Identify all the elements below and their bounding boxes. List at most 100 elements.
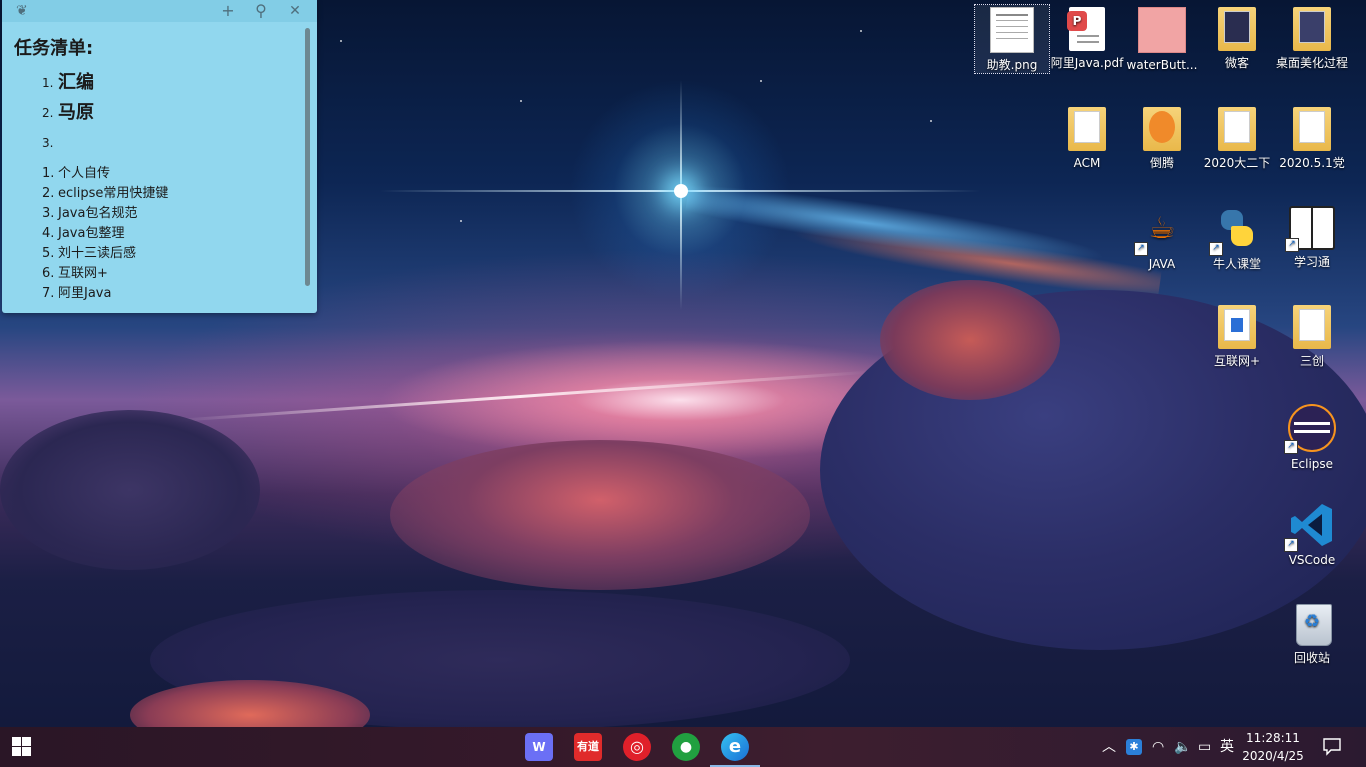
- time-text: 11:28:11: [1246, 731, 1300, 745]
- folder-icon: [1218, 7, 1256, 51]
- desktop-icon-eclipse[interactable]: ↗ Eclipse: [1275, 402, 1349, 472]
- list-item: 2. 马原: [42, 102, 94, 123]
- icon-label: ACM: [1073, 156, 1101, 170]
- icon-label: JAVA: [1148, 257, 1176, 271]
- icon-label: 助教.png: [986, 58, 1038, 72]
- desktop-icon-weike[interactable]: 微客: [1200, 5, 1274, 71]
- image-file-icon: [1138, 7, 1186, 53]
- sticky-note-window[interactable]: ❦ + ⚲ ✕ 任务清单: 1. 汇编 2. 马原 3. 1. 个人自传 2. ecli…: [2, 0, 317, 313]
- cloud: [390, 440, 810, 590]
- battery-icon[interactable]: ▭: [1198, 737, 1211, 757]
- list-item: 7. 阿里Java: [42, 286, 112, 301]
- list-item: 5. 刘十三读后感: [42, 246, 137, 261]
- icon-label: 牛人课堂: [1212, 257, 1261, 271]
- desktop-icon-zhuomian[interactable]: 桌面美化过程: [1275, 5, 1349, 71]
- desktop-icon-waterbutton[interactable]: waterButt...: [1125, 5, 1199, 73]
- pin-button[interactable]: ⚲: [250, 1, 272, 21]
- python-icon: ↗: [1209, 206, 1259, 256]
- list-item: 3.: [42, 136, 54, 150]
- desktop-icon-recycle-bin[interactable]: ♻ 回收站: [1275, 598, 1349, 666]
- icon-label: Eclipse: [1290, 457, 1334, 471]
- sticky-note-titlebar[interactable]: ❦ + ⚲ ✕: [2, 0, 317, 22]
- shortcut-arrow-icon: ↗: [1284, 440, 1298, 454]
- star: [930, 120, 932, 122]
- shortcut-arrow-icon: ↗: [1285, 238, 1299, 252]
- icon-label: 2020.5.1党: [1279, 156, 1345, 170]
- folder-icon: [1293, 7, 1331, 51]
- desktop-icon-sanchuang[interactable]: 三创: [1275, 303, 1349, 369]
- icon-label: 2020大二下: [1203, 156, 1271, 170]
- folder-icon: [1293, 305, 1331, 349]
- star: [760, 80, 762, 82]
- note-title: 任务清单:: [14, 38, 94, 59]
- star: [340, 40, 342, 42]
- edge-icon[interactable]: e: [721, 733, 749, 761]
- icon-label: waterButt...: [1126, 58, 1198, 72]
- volume-icon[interactable]: 🔈: [1174, 737, 1191, 757]
- wps-icon[interactable]: W: [525, 733, 553, 761]
- netease-music-icon[interactable]: ◎: [623, 733, 651, 761]
- add-note-button[interactable]: +: [217, 1, 239, 21]
- close-button[interactable]: ✕: [284, 1, 306, 21]
- folder-icon: [1293, 107, 1331, 151]
- folder-icon: [1143, 107, 1181, 151]
- recycle-bin-icon: ♻: [1290, 600, 1334, 646]
- evernote-icon[interactable]: ●: [672, 733, 700, 761]
- list-item: 1. 个人自传: [42, 166, 111, 181]
- shortcut-arrow-icon: ↗: [1284, 538, 1298, 552]
- list-item: 1. 汇编: [42, 72, 94, 93]
- desktop-icon-2020-5-1[interactable]: 2020.5.1党: [1275, 105, 1349, 171]
- icon-label: 阿里Java.pdf: [1050, 56, 1124, 70]
- scrollbar[interactable]: [305, 28, 310, 286]
- pdf-file-icon: P: [1067, 7, 1105, 51]
- start-button[interactable]: [12, 737, 32, 757]
- book-icon: ↗: [1285, 206, 1335, 252]
- icon-label: VSCode: [1288, 553, 1336, 567]
- desktop-icon-niuren[interactable]: ↗ 牛人课堂: [1200, 204, 1274, 272]
- wifi-icon[interactable]: ◠: [1152, 737, 1164, 757]
- icon-label: 学习通: [1293, 255, 1330, 269]
- cloud: [0, 410, 260, 570]
- sticky-note-content[interactable]: 任务清单: 1. 汇编 2. 马原 3. 1. 个人自传 2. eclipse常用快捷键…: [14, 34, 304, 304]
- desktop-icon-vscode[interactable]: ↗ VSCode: [1275, 500, 1349, 568]
- folder-icon: [1068, 107, 1106, 151]
- desktop-icon-zhujiao[interactable]: 助教.png: [974, 4, 1050, 74]
- star: [460, 220, 462, 222]
- icon-label: 互联网+: [1213, 354, 1261, 368]
- folder-icon: [1218, 305, 1256, 349]
- desktop-icon-hulianwang[interactable]: 互联网+: [1200, 303, 1274, 369]
- clock[interactable]: 11:28:11 2020/4/25: [1242, 729, 1304, 765]
- show-hidden-icons-chevron-up-icon[interactable]: ︿: [1102, 737, 1116, 757]
- icon-label: 桌面美化过程: [1275, 56, 1348, 70]
- star: [860, 30, 862, 32]
- notification-center-icon[interactable]: [1322, 736, 1342, 756]
- evernote-logo-icon: ❦: [16, 3, 28, 19]
- icon-label: 三创: [1299, 354, 1324, 368]
- desktop-icon-2020-dae[interactable]: 2020大二下: [1200, 105, 1274, 171]
- date-text: 2020/4/25: [1242, 749, 1304, 763]
- desktop-icon-daoteng[interactable]: 倒腾: [1125, 105, 1199, 171]
- icon-label: 回收站: [1293, 651, 1330, 665]
- desktop-icon-java[interactable]: ☕ ↗ JAVA: [1125, 204, 1199, 272]
- taskbar: W 有道 ◎ ● e ︿ ✱ ◠ 🔈 ▭ 英 11:28:11 2020/4/2…: [0, 727, 1366, 767]
- image-file-icon: [990, 7, 1034, 53]
- shortcut-arrow-icon: ↗: [1134, 242, 1148, 256]
- cloud: [880, 280, 1060, 400]
- vscode-icon: ↗: [1284, 502, 1334, 552]
- shortcut-arrow-icon: ↗: [1209, 242, 1223, 256]
- star: [520, 100, 522, 102]
- list-item: 3. Java包名规范: [42, 206, 138, 221]
- desktop-icon-acm[interactable]: ACM: [1050, 105, 1124, 171]
- list-item: 4. Java包整理: [42, 226, 125, 241]
- desktop-icon-ali-java-pdf[interactable]: P 阿里Java.pdf: [1050, 5, 1124, 71]
- star-core: [674, 184, 688, 198]
- todo-list: 1. 个人自传 2. eclipse常用快捷键 3. Java包名规范 4. Java包…: [14, 164, 304, 304]
- icon-label: 微客: [1224, 56, 1249, 70]
- ime-indicator[interactable]: 英: [1220, 737, 1234, 757]
- big-todo-list: 1. 汇编 2. 马原 3.: [14, 68, 304, 158]
- desktop-icon-xuexitong[interactable]: ↗ 学习通: [1275, 204, 1349, 270]
- bluetooth-icon[interactable]: ✱: [1126, 739, 1142, 755]
- java-icon: ☕ ↗: [1134, 206, 1184, 256]
- youdao-icon[interactable]: 有道: [574, 733, 602, 761]
- list-item: 2. eclipse常用快捷键: [42, 186, 169, 201]
